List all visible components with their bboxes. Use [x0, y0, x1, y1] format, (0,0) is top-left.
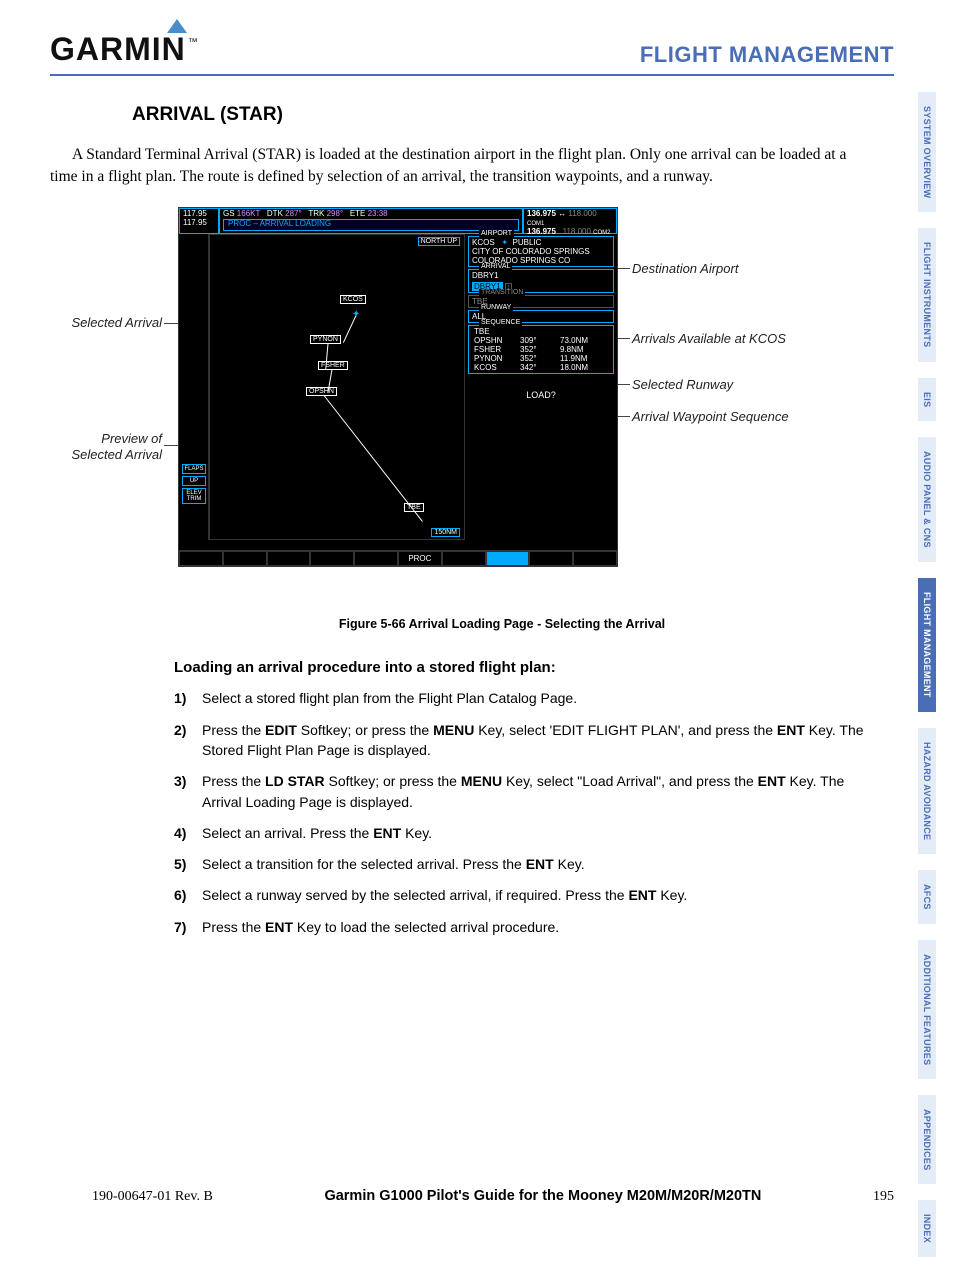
procedure-steps: 1)Select a stored flight plan from the F…	[174, 688, 872, 937]
mfd-screenshot: 117.95 117.95 GS 166KT DTK 287° TRK 298°…	[178, 207, 618, 567]
sequence-row: PYNON352°11.9NM	[472, 354, 610, 363]
page-footer: 190-00647-01 Rev. B Garmin G1000 Pilot's…	[92, 1188, 894, 1205]
intro-paragraph: A Standard Terminal Arrival (STAR) is lo…	[50, 144, 870, 187]
page-number: 195	[873, 1189, 894, 1205]
dtk-val: 287°	[285, 209, 302, 218]
flaps-box: FLAPS UP ELEV TRIM	[182, 464, 206, 506]
tab-appendices[interactable]: APPENDICES	[918, 1095, 936, 1185]
airport-name: CITY OF COLORADO SPRINGS	[472, 247, 610, 256]
step: 4)Select an arrival. Press the ENT Key.	[174, 823, 872, 843]
dtk-label: DTK	[267, 209, 283, 218]
airport-box-lbl: AIRPORT	[479, 230, 514, 237]
trans-lbl: TRANSITION	[479, 289, 525, 296]
ete-val: 23:38	[368, 209, 388, 218]
callout-arrivals-avail: Arrivals Available at KCOS	[632, 331, 786, 346]
mfd-map: NORTH UP 150NM KCOS ✦ PYNON FSHER OPSHN …	[209, 234, 465, 540]
step: 7)Press the ENT Key to load the selected…	[174, 917, 872, 937]
callout-preview-b: Selected Arrival	[52, 447, 162, 462]
step: 1)Select a stored flight plan from the F…	[174, 688, 872, 708]
sequence-lbl: SEQUENCE	[479, 319, 522, 326]
airport-type: PUBLIC	[513, 238, 542, 247]
nav2-freq: 117.95	[183, 219, 215, 228]
figure-caption: Figure 5-66 Arrival Loading Page - Selec…	[132, 617, 872, 631]
step: 6)Select a runway served by the selected…	[174, 885, 872, 905]
trademark-icon: ™	[188, 37, 199, 48]
map-scale: 150NM	[431, 528, 460, 537]
wpt-pynon: PYNON	[310, 335, 341, 344]
mfd-right-panel: AIRPORT KCOS ✦ PUBLIC CITY OF COLORADO S…	[465, 234, 617, 540]
ete-label: ETE	[350, 209, 366, 218]
callout-dest-airport: Destination Airport	[632, 261, 738, 276]
tab-flight-management[interactable]: FLIGHT MANAGEMENT	[918, 578, 936, 712]
tab-index[interactable]: INDEX	[918, 1200, 936, 1257]
elev-trim-lbl: ELEV TRIM	[182, 488, 206, 504]
callout-selected-arrival: Selected Arrival	[52, 315, 162, 330]
flaps-val: UP	[182, 476, 206, 486]
load-prompt: LOAD?	[465, 390, 617, 400]
wpt-kcos: KCOS	[340, 295, 366, 304]
step: 3)Press the LD STAR Softkey; or press th…	[174, 771, 872, 812]
tab-flight-instruments[interactable]: FLIGHT INSTRUMENTS	[918, 228, 936, 361]
doc-title: Garmin G1000 Pilot's Guide for the Moone…	[324, 1188, 761, 1204]
softkey-proc: PROC	[398, 551, 442, 566]
callout-waypoint-seq: Arrival Waypoint Sequence	[632, 409, 789, 424]
side-tabs: SYSTEM OVERVIEW FLIGHT INSTRUMENTS EIS AUDI…	[918, 92, 954, 1273]
mfd-eis-strip: FLAPS UP ELEV TRIM	[179, 234, 209, 540]
callout-preview-a: Preview of	[52, 431, 162, 446]
page-header: GARMIN™ FLIGHT MANAGEMENT	[50, 28, 894, 76]
route-line	[343, 316, 357, 344]
wpt-opshn: OPSHN	[306, 387, 337, 396]
airport-id: KCOS	[472, 238, 495, 247]
sequence-row: KCOS342°18.0NM	[472, 363, 610, 372]
heading-arrival-star: ARRIVAL (STAR)	[132, 104, 872, 126]
mfd-topbar: 117.95 117.95 GS 166KT DTK 287° TRK 298°…	[179, 208, 617, 234]
arrival-box-lbl: ARRIVAL	[479, 263, 512, 270]
north-up-badge: NORTH UP	[418, 237, 460, 246]
arrival-val: DBRY1	[472, 271, 610, 280]
garmin-logo: GARMIN™	[50, 31, 197, 68]
step: 2)Press the EDIT Softkey; or press the M…	[174, 720, 872, 761]
doc-revision: 190-00647-01 Rev. B	[92, 1189, 213, 1205]
figure-area: Selected Arrival Preview of Selected Arr…	[60, 207, 800, 607]
gs-val: 166KT	[237, 209, 260, 218]
trk-val: 298°	[327, 209, 344, 218]
wpt-fsher: FSHER	[318, 361, 348, 370]
tab-audio-panel-cns[interactable]: AUDIO PANEL & CNS	[918, 437, 936, 562]
tab-additional-features[interactable]: ADDITIONAL FEATURES	[918, 940, 936, 1079]
tab-eis[interactable]: EIS	[918, 378, 936, 421]
main-content: ARRIVAL (STAR) A Standard Terminal Arriv…	[132, 104, 872, 948]
mfd-softkey-bar: PROC	[179, 550, 617, 566]
tab-afcs[interactable]: AFCS	[918, 870, 936, 924]
tab-hazard-avoidance[interactable]: HAZARD AVOIDANCE	[918, 728, 936, 854]
logo-text: GARMIN	[50, 31, 186, 67]
section-title: FLIGHT MANAGEMENT	[640, 42, 894, 68]
procedure-subheading: Loading an arrival procedure into a stor…	[174, 659, 872, 676]
sequence-row: FSHER352°9.8NM	[472, 345, 610, 354]
logo-triangle-icon	[167, 19, 187, 33]
step: 5)Select a transition for the selected a…	[174, 854, 872, 874]
proc-title: PROC – ARRIVAL LOADING	[223, 219, 519, 231]
tab-system-overview[interactable]: SYSTEM OVERVIEW	[918, 92, 936, 212]
sequence-box: SEQUENCE TBEOPSHN309°73.0NMFSHER352°9.8N…	[468, 325, 614, 374]
trk-label: TRK	[308, 209, 324, 218]
runway-lbl: RUNWAY	[479, 304, 513, 311]
com1a: 136.975	[527, 209, 556, 218]
com1b: 118.000	[568, 209, 596, 218]
sequence-row: OPSHN309°73.0NM	[472, 336, 610, 345]
route-line	[324, 396, 423, 523]
flaps-lbl: FLAPS	[182, 464, 206, 474]
gs-label: GS	[223, 209, 235, 218]
callout-selected-runway: Selected Runway	[632, 377, 733, 392]
sequence-row: TBE	[472, 327, 610, 336]
